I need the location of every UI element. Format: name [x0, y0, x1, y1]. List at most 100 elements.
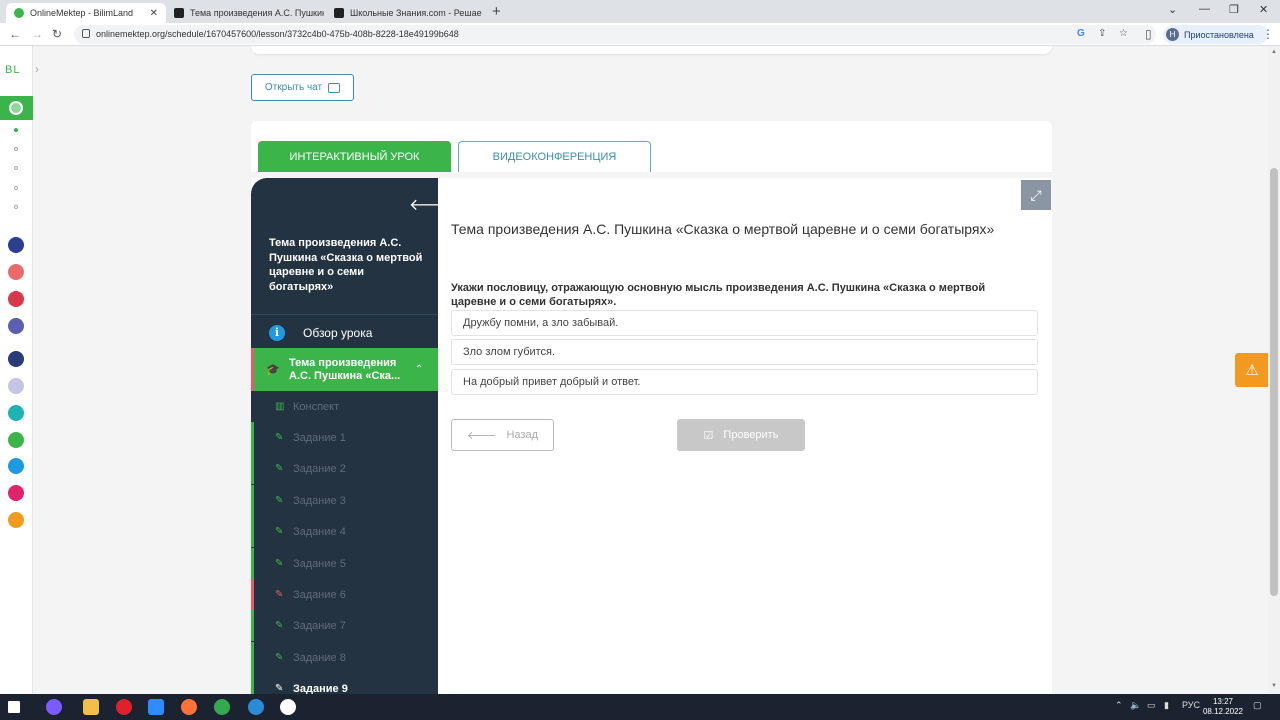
google-lens-icon[interactable]: G	[1077, 28, 1085, 39]
url-text: onlinemektep.org/schedule/1670457600/les…	[96, 29, 459, 39]
scroll-up-icon[interactable]: ▲	[1271, 49, 1277, 55]
sidebar-item-konspekt[interactable]: ▥ Конспект	[251, 391, 438, 422]
new-tab-button[interactable]: +	[492, 3, 501, 20]
close-window-icon[interactable]: ✕	[1259, 3, 1268, 16]
sidebar-item-task-5[interactable]: ✎ Задание 5	[251, 548, 438, 579]
browser-tab-strip: OnlineMektep - BilimLand ✕ Тема произвед…	[0, 0, 1280, 23]
sidebar-item-label: Задание 6	[293, 588, 346, 601]
edit-icon: ✎	[275, 620, 284, 631]
browser-menu-icon[interactable]: ⋮	[1262, 27, 1274, 41]
chevron-up-icon[interactable]: ⌃	[415, 364, 423, 375]
scrollbar-thumb[interactable]	[1270, 168, 1278, 596]
yandex-icon[interactable]	[116, 699, 132, 715]
sidebar-item-task-4[interactable]: ✎ Задание 4	[251, 516, 438, 547]
sidebar-item-task-2[interactable]: ✎ Задание 2	[251, 453, 438, 484]
app-icon[interactable]	[8, 351, 24, 367]
fullscreen-button[interactable]: ⤢	[1021, 180, 1051, 210]
expand-icon: ⤢	[1030, 186, 1042, 203]
sidebar-item-task-9[interactable]: ✎ Задание 9	[251, 673, 438, 694]
rail-expand-icon[interactable]: ›	[35, 62, 39, 76]
tab-search-icon[interactable]: ⌄	[1168, 3, 1177, 16]
check-button[interactable]: ☑ Проверить	[677, 419, 805, 451]
close-tab-icon[interactable]: ✕	[144, 8, 158, 19]
app-icon[interactable]	[8, 432, 24, 448]
reload-icon[interactable]: ↻	[52, 27, 62, 41]
restore-icon[interactable]: ❐	[1229, 3, 1239, 16]
edit-icon: ✎	[275, 683, 284, 694]
tab-interactive-lesson[interactable]: ИНТЕРАКТИВНЫЙ УРОК	[258, 141, 451, 172]
avatar: Н	[1166, 28, 1179, 41]
answer-option[interactable]: На добрый привет добрый и ответ.	[451, 369, 1038, 395]
tab-videoconference[interactable]: ВИДЕОКОНФЕРЕНЦИЯ	[458, 141, 651, 172]
app-icon[interactable]	[8, 291, 24, 307]
browser-tab-pushkin[interactable]: Тема произведения А.С. Пушкина ✕	[166, 3, 324, 23]
browser-tab-title: OnlineMektep - BilimLand	[30, 8, 134, 18]
report-problem-button[interactable]: ⚠	[1235, 353, 1269, 387]
volume-icon[interactable]: 🔈	[1130, 700, 1141, 711]
minimize-icon[interactable]: —	[1199, 3, 1210, 15]
windows-taskbar: ⌃ 🔈 ▭ ▮ РУС 13:27 08.12.2022 ▢	[0, 694, 1280, 720]
app-icon[interactable]	[8, 318, 24, 334]
rail-dot[interactable]	[14, 186, 18, 190]
sidebar-item-task-1[interactable]: ✎ Задание 1	[251, 422, 438, 453]
open-chat-button[interactable]: Открыть чат	[251, 74, 354, 101]
answer-option[interactable]: Зло злом губится.	[451, 339, 1038, 365]
firefox-icon[interactable]	[181, 699, 197, 715]
app-icon[interactable]	[8, 512, 24, 528]
sidebar-item-task-6[interactable]: ✎ Задание 6	[251, 579, 438, 610]
warning-icon: ⚠	[1245, 362, 1259, 379]
edit-icon: ✎	[275, 526, 284, 537]
back-button[interactable]: 🡐 Назад	[451, 419, 554, 451]
telegram-icon[interactable]	[248, 699, 264, 715]
sidebar-item-overview[interactable]: i Обзор урока	[251, 314, 438, 350]
close-tab-icon[interactable]: ✕	[482, 8, 486, 19]
bookmark-star-icon[interactable]: ☆	[1119, 28, 1128, 39]
share-icon[interactable]: ⇪	[1098, 28, 1106, 39]
open-chat-label: Открыть чат	[264, 82, 323, 93]
system-clock[interactable]: 13:27 08.12.2022	[1202, 697, 1244, 717]
edit-icon: ✎	[275, 432, 284, 443]
sidebar-item-task-8[interactable]: ✎ Задание 8	[251, 642, 438, 673]
rail-dot[interactable]	[14, 147, 18, 151]
sidebar-item-topic[interactable]: 🎓 Тема произведения А.С. Пушкина «Ска...…	[251, 348, 438, 391]
network-icon[interactable]: ▭	[1147, 700, 1156, 711]
rail-item-onlinemektep[interactable]	[0, 96, 33, 120]
arrow-left-icon[interactable]: 🡐	[409, 194, 438, 215]
battery-icon[interactable]: ▮	[1164, 700, 1169, 711]
sidebar-item-label: Обзор урока	[303, 325, 373, 340]
app-icon[interactable]	[8, 264, 24, 280]
zoom-icon[interactable]	[148, 699, 164, 715]
chrome-icon[interactable]	[214, 699, 230, 715]
windows-start-icon[interactable]	[8, 701, 20, 713]
sidebar-item-label: Задание 5	[293, 557, 346, 570]
lock-icon	[82, 29, 90, 38]
bilimland-logo[interactable]: BL	[5, 64, 20, 76]
rail-dot[interactable]	[14, 166, 18, 170]
profile-button[interactable]: Н Приостановлена	[1163, 25, 1268, 44]
app-icon[interactable]	[8, 237, 24, 253]
forward-icon[interactable]: →	[31, 27, 43, 41]
app-rail: BL	[0, 46, 33, 694]
app-icon[interactable]	[8, 405, 24, 421]
notifications-icon[interactable]: ▢	[1253, 700, 1262, 711]
browser-tab-znanija[interactable]: Школьные Знания.com - Решае ✕	[326, 3, 486, 23]
side-panel-icon[interactable]: ▯	[1145, 27, 1152, 41]
language-indicator[interactable]: РУС	[1182, 700, 1200, 710]
rail-dot[interactable]	[14, 128, 18, 132]
sidebar-item-task-3[interactable]: ✎ Задание 3	[251, 485, 438, 516]
address-bar[interactable]: onlinemektep.org/schedule/1670457600/les…	[74, 25, 1156, 44]
sidebar-item-task-7[interactable]: ✎ Задание 7	[251, 610, 438, 641]
tray-chevron-icon[interactable]: ⌃	[1115, 700, 1123, 711]
alice-icon[interactable]	[46, 699, 62, 715]
scroll-down-icon[interactable]: ▼	[1271, 683, 1277, 689]
page-scrollbar[interactable]: ▲ ▼	[1268, 46, 1280, 694]
browser-tab-onlinemektep[interactable]: OnlineMektep - BilimLand ✕	[6, 3, 166, 23]
rail-dot[interactable]	[14, 205, 18, 209]
yandex-browser-icon[interactable]	[280, 699, 296, 715]
answer-option[interactable]: Дружбу помни, а зло забывай.	[451, 310, 1038, 336]
app-icon[interactable]	[8, 378, 24, 394]
file-explorer-icon[interactable]	[83, 699, 99, 715]
app-icon[interactable]	[8, 458, 24, 474]
back-icon[interactable]: ←	[9, 27, 21, 41]
app-icon[interactable]	[8, 485, 24, 501]
